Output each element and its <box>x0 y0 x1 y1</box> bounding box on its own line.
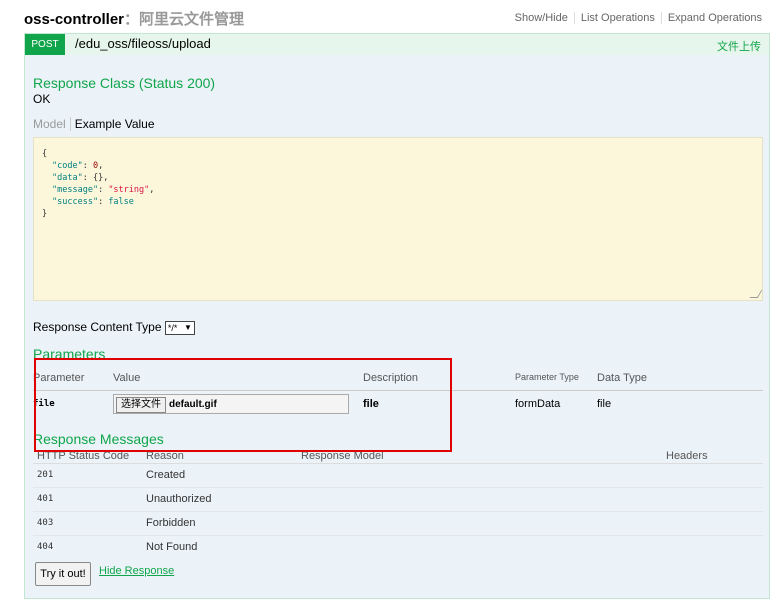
chevron-down-icon: ▼ <box>183 322 192 332</box>
table-row: 404 Not Found <box>33 535 763 559</box>
highlight-box <box>34 358 452 452</box>
show-hide-link[interactable]: Show/Hide <box>508 12 575 24</box>
json-open-brace: { <box>42 149 48 159</box>
controller-title[interactable]: oss-controller：阿里云文件管理 <box>24 8 244 29</box>
http-method-badge[interactable]: POST <box>25 34 65 56</box>
content-type-select[interactable]: */* ▼ <box>164 320 195 335</box>
status-reason: Forbidden <box>146 511 301 536</box>
status-reason: Not Found <box>146 541 198 554</box>
status-reason: Created <box>146 463 301 488</box>
resize-handle-icon[interactable] <box>749 290 763 298</box>
status-reason: Unauthorized <box>146 487 301 512</box>
param-header-parameter-type: Parameter Type <box>515 366 597 391</box>
controller-name[interactable]: oss-controller <box>24 11 124 28</box>
controller-description: 阿里云文件管理 <box>139 11 245 28</box>
status-code: 201 <box>33 463 146 488</box>
json-line: "success": false <box>52 197 134 207</box>
try-it-out-button[interactable]: Try it out! <box>35 562 91 586</box>
content-type-label: Response Content Type <box>33 320 162 334</box>
controller-header: oss-controller：阿里云文件管理 Show/Hide List Ope… <box>24 8 770 30</box>
param-data-type: file <box>597 398 612 411</box>
response-content-type: Response Content Type */* ▼ <box>33 320 195 335</box>
operation-content: Response Class (Status 200) OK Model Exam… <box>24 55 770 599</box>
status-code: 403 <box>33 511 146 536</box>
msg-header-headers: Headers <box>666 450 763 464</box>
operation-summary[interactable]: 文件上传 <box>717 38 761 54</box>
response-class-title: Response Class (Status 200) <box>33 75 216 91</box>
operation-path[interactable]: /edu_oss/fileoss/upload <box>75 36 211 51</box>
table-row: 403 Forbidden <box>33 511 763 536</box>
json-line: "code": 0, <box>52 161 104 171</box>
tab-example-value[interactable]: Example Value <box>71 117 155 131</box>
status-code: 401 <box>33 487 146 512</box>
controller-ops: Show/Hide List Operations Expand Operation… <box>508 12 762 24</box>
table-row: 401 Unauthorized <box>33 487 763 512</box>
list-operations-link[interactable]: List Operations <box>574 12 662 24</box>
response-messages-table: HTTP Status Code Reason Response Model H… <box>33 450 763 559</box>
expand-operations-link[interactable]: Expand Operations <box>662 12 762 24</box>
table-row: 201 Created <box>33 463 763 488</box>
json-line: "message": "string", <box>52 185 155 195</box>
model-tabs: Model Example Value <box>33 117 155 131</box>
operation-heading[interactable]: POST /edu_oss/fileoss/upload 文件上传 <box>24 33 770 56</box>
json-line: "data": {}, <box>52 173 109 183</box>
hide-response-link[interactable]: Hide Response <box>99 565 174 577</box>
json-close-brace: } <box>42 209 48 219</box>
tab-model[interactable]: Model <box>33 117 71 131</box>
param-type: formData <box>515 398 561 411</box>
response-class-status: OK <box>33 92 51 106</box>
title-separator: ： <box>124 11 140 28</box>
example-json-textarea[interactable]: { "code": 0, "data": {}, "message": "str… <box>33 137 763 301</box>
param-header-data-type: Data Type <box>597 366 763 391</box>
status-code: 404 <box>37 542 54 553</box>
